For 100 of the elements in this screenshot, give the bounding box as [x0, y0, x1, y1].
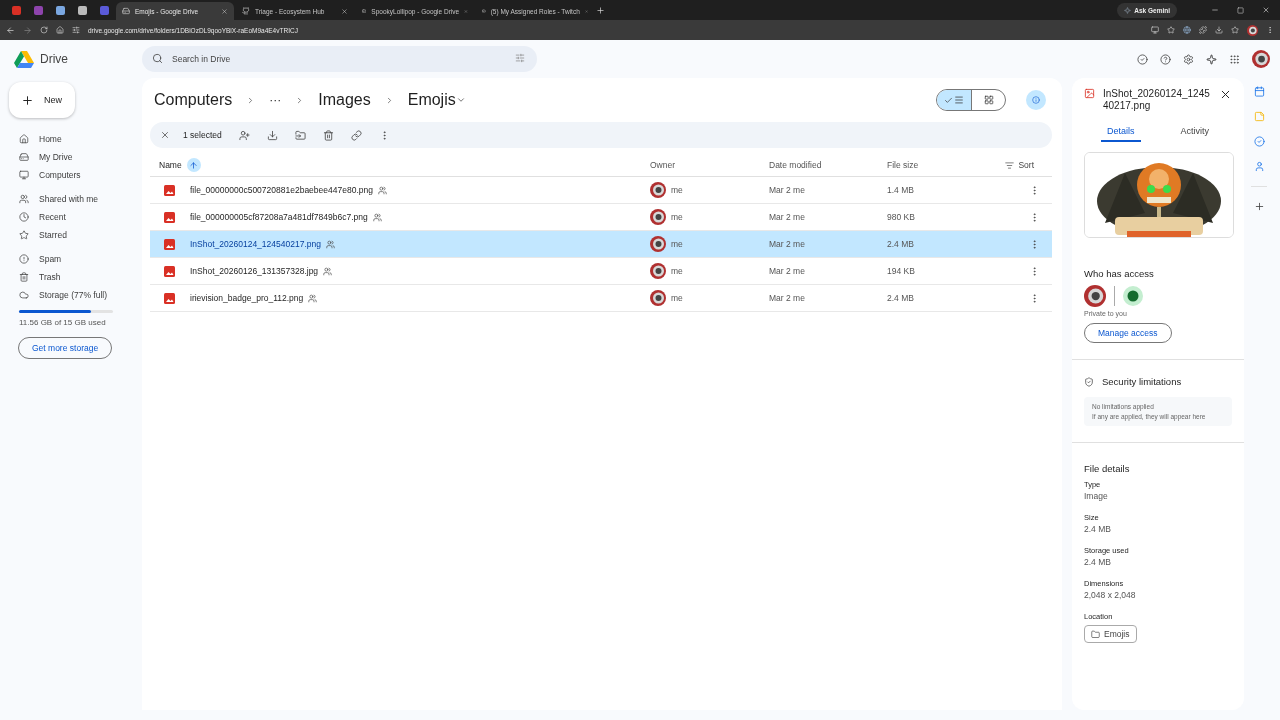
favorites-icon[interactable]: [1231, 26, 1239, 34]
extension-icon[interactable]: [1183, 26, 1191, 34]
shared-icon: [323, 266, 333, 276]
image-file-icon: [164, 265, 175, 277]
minimize-icon[interactable]: [1211, 6, 1219, 14]
panel-tab[interactable]: Activity: [1174, 122, 1215, 142]
tasks-icon[interactable]: [1253, 136, 1265, 147]
file-row[interactable]: InShot_20260124_124540217.png me Mar 2 me 2.4 MB: [150, 231, 1052, 258]
breadcrumb[interactable]: Computers: [154, 91, 233, 109]
reload-icon[interactable]: [40, 26, 48, 34]
owner-cell: me: [671, 239, 683, 249]
avatar-icon: [1252, 50, 1270, 68]
column-header: Owner: [650, 160, 676, 170]
detail-value: Image: [1084, 491, 1109, 501]
owner-cell: me: [671, 185, 683, 195]
bookmark-icon[interactable]: [1167, 26, 1175, 34]
size-cell: 2.4 MB: [887, 293, 914, 303]
check-icon: [944, 95, 953, 105]
forward-icon[interactable]: [23, 25, 32, 35]
file-name: InShot_20260124_124540217.png: [190, 239, 321, 249]
extensions-icon[interactable]: [1199, 26, 1207, 34]
close-icon[interactable]: [1219, 88, 1232, 101]
file-name: irievision_badge_pro_112.png: [190, 293, 304, 303]
panel-tab[interactable]: Details: [1101, 122, 1141, 142]
star-icon: [19, 230, 29, 240]
search-field[interactable]: Search in Drive: [142, 46, 537, 72]
size-cell: 1.4 MB: [887, 185, 914, 195]
move-icon[interactable]: [294, 129, 306, 141]
nav-item[interactable]: Trash: [9, 268, 142, 286]
sparkle-icon[interactable]: [1206, 53, 1217, 65]
site-settings-icon[interactable]: [72, 26, 80, 34]
file-name: InShot_20260126_131357328.jpg: [190, 266, 319, 276]
download-icon[interactable]: [1215, 26, 1223, 34]
nav-item[interactable]: Shared with me: [9, 190, 142, 208]
maximize-icon[interactable]: [1237, 6, 1244, 14]
file-name: file_000000005cf87208a7a481df7849b6c7.png: [190, 212, 368, 222]
link-icon[interactable]: [350, 129, 362, 141]
breadcrumb[interactable]: Emojis: [407, 91, 466, 109]
column-header[interactable]: File size: [887, 160, 919, 170]
nav-item[interactable]: My Drive: [9, 148, 142, 166]
column-header[interactable]: Name: [159, 160, 182, 170]
sort-button[interactable]: Sort: [999, 159, 1040, 171]
app-icon[interactable]: [55, 5, 65, 15]
new-tab-icon[interactable]: [596, 5, 605, 15]
image-file-icon: [164, 184, 175, 196]
owner-cell: me: [671, 293, 683, 303]
filter-icon[interactable]: [515, 53, 525, 63]
avatar-icon: [1084, 285, 1106, 307]
avatar-icon: [1247, 24, 1258, 36]
help-icon[interactable]: [1160, 53, 1171, 65]
nav-item[interactable]: Starred: [9, 226, 142, 244]
selection-count: 1 selected: [183, 130, 222, 140]
nav-item[interactable]: Computers: [9, 166, 142, 184]
add-icon[interactable]: [1253, 201, 1265, 212]
manage-access-button[interactable]: Manage access: [1084, 323, 1172, 343]
status-icon[interactable]: [1137, 53, 1148, 65]
app-icon[interactable]: [77, 5, 87, 15]
nav-item[interactable]: Storage (77% full): [9, 286, 142, 304]
avatar-icon: [650, 290, 666, 306]
location-button[interactable]: Emojis: [1084, 625, 1137, 643]
nav-item[interactable]: Recent: [9, 208, 142, 226]
avatar-icon: [650, 236, 666, 252]
cloud-icon: [19, 290, 29, 300]
size-cell: 194 KB: [887, 266, 915, 276]
nav-item[interactable]: Spam: [9, 250, 142, 268]
info-button[interactable]: [1026, 90, 1046, 110]
size-cell: 980 KB: [887, 212, 915, 222]
computer-icon: [19, 170, 29, 180]
date-cell: Mar 2 me: [769, 266, 805, 276]
nav-item[interactable]: Home: [9, 130, 142, 148]
people-icon: [19, 194, 29, 204]
list-icon: [954, 95, 964, 105]
shared-icon: [308, 293, 318, 303]
calendar-icon[interactable]: [1253, 86, 1265, 97]
image-file-icon: [164, 292, 175, 304]
avatar-icon: [650, 182, 666, 198]
owner-cell: me: [671, 266, 683, 276]
column-header[interactable]: Date modified: [769, 160, 822, 170]
github-icon: [242, 7, 250, 15]
install-icon[interactable]: [1151, 26, 1159, 34]
settings-icon[interactable]: [1183, 53, 1194, 65]
breadcrumb[interactable]: ···: [269, 93, 282, 107]
shield-icon: [1084, 376, 1094, 387]
download-icon[interactable]: [266, 129, 278, 141]
home-icon[interactable]: [56, 26, 64, 34]
apps-icon[interactable]: [1229, 53, 1240, 65]
globe-icon: [1123, 286, 1143, 306]
drive-icon: [362, 7, 367, 15]
breadcrumb[interactable]: Images: [318, 91, 371, 109]
menu-icon[interactable]: [1266, 26, 1274, 34]
home-icon: [19, 134, 29, 144]
clock-icon: [19, 212, 29, 222]
mail-icon[interactable]: [11, 5, 21, 15]
new-button[interactable]: New: [9, 82, 75, 118]
trash-icon[interactable]: [322, 129, 334, 141]
storage-text: 11.56 GB of 15 GB used: [18, 317, 107, 329]
back-icon[interactable]: [6, 25, 15, 35]
contacts-icon[interactable]: [1253, 161, 1265, 172]
share-icon[interactable]: [238, 129, 250, 141]
view-toggle[interactable]: [937, 90, 971, 110]
